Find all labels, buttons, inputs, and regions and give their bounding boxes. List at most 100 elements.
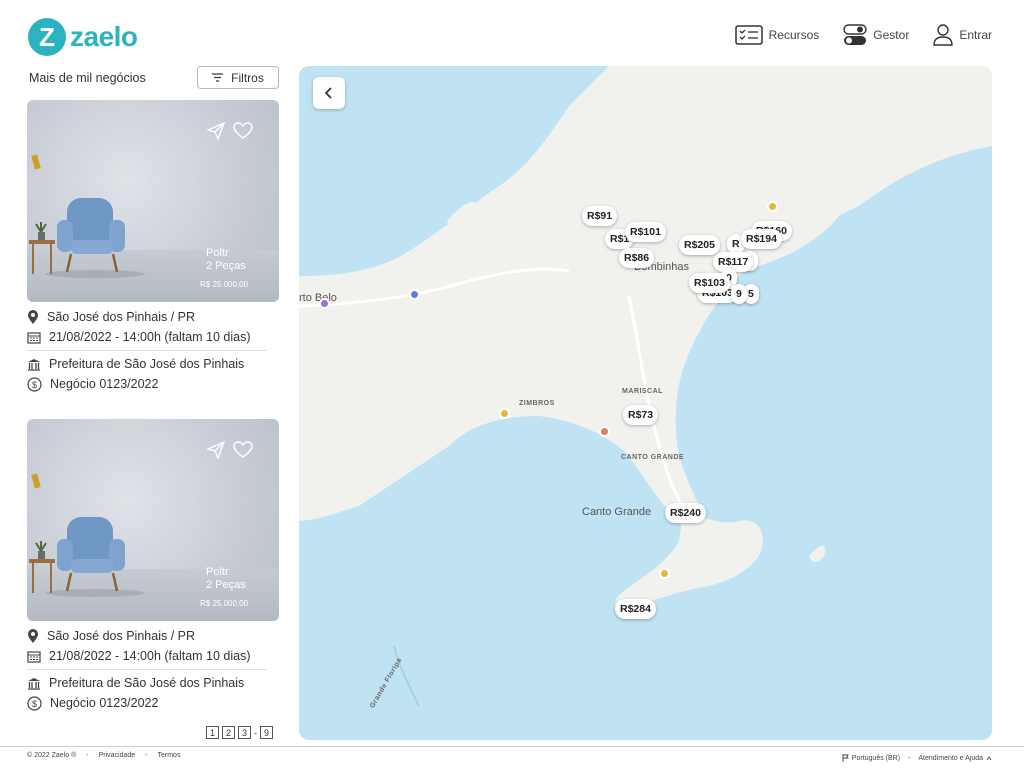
price-marker[interactable]: R$240: [665, 503, 706, 523]
filter-icon: [212, 73, 224, 82]
map-poi-icon[interactable]: [599, 426, 610, 437]
date-row: 21/08/2022 - 14:00h (faltam 10 dias): [27, 646, 279, 666]
map-poi-icon[interactable]: [767, 201, 778, 212]
header: Z zaelo Recursos Gestor Entrar: [0, 0, 1024, 66]
nav-recursos-label: Recursos: [768, 28, 820, 42]
price-marker[interactable]: R$101: [625, 222, 666, 242]
listing-image[interactable]: Poltr 2 Peças R$ 25.000,00: [27, 419, 279, 621]
location-pin-icon: [28, 628, 38, 643]
calendar-icon: [27, 331, 41, 344]
toggle-icon: [843, 24, 867, 45]
collapse-map-button[interactable]: [313, 77, 345, 109]
divider: [27, 669, 267, 670]
price-marker[interactable]: R$205: [679, 235, 720, 255]
sidebar-header: Mais de mil negócios Filtros: [27, 66, 279, 90]
page: Z zaelo Recursos Gestor Entrar Mais de m…: [0, 0, 1024, 768]
heart-icon[interactable]: [233, 122, 253, 140]
image-caption-line-2: 2 Peças: [206, 579, 246, 591]
page-3-button[interactable]: 3: [238, 726, 251, 739]
language-selector[interactable]: Português (BR): [842, 754, 900, 762]
place-zimbros: ZIMBROS: [519, 400, 555, 407]
footer: © 2022 Zaelo ® - Privacidade - Termos Po…: [0, 746, 1024, 768]
page-1-button[interactable]: 1: [206, 726, 219, 739]
map-poi-icon[interactable]: [409, 289, 420, 300]
price-marker[interactable]: R$103: [689, 273, 730, 293]
page-2-button[interactable]: 2: [222, 726, 235, 739]
price-marker[interactable]: R$73: [623, 405, 659, 425]
org-row: Prefeitura de São José dos Pinhais: [27, 354, 279, 374]
image-caption-line-1: Poltr: [206, 566, 229, 578]
deal-row: $ Negócio 0123/2022: [27, 693, 279, 713]
money-icon: $: [27, 695, 42, 711]
filters-label: Filtros: [231, 70, 264, 85]
language-label: Português (BR): [851, 754, 901, 762]
listing-image[interactable]: Poltr 2 Peças R$ 25.000,00: [27, 100, 279, 302]
nav-gestor[interactable]: Gestor: [843, 24, 909, 46]
user-icon: [933, 24, 954, 46]
logo[interactable]: Z zaelo: [28, 18, 138, 56]
price-marker[interactable]: R$86: [619, 248, 655, 268]
pagination-separator: -: [254, 727, 257, 738]
share-icon[interactable]: [207, 441, 225, 459]
nav-entrar[interactable]: Entrar: [933, 24, 992, 46]
image-caption-line-2: 2 Peças: [206, 260, 246, 272]
org-text: Prefeitura de São José dos Pinhais: [49, 357, 245, 371]
map-poi-icon[interactable]: [659, 568, 670, 579]
logo-text: zaelo: [70, 21, 138, 52]
image-price: R$ 25.000,00: [200, 280, 249, 289]
copyright: © 2022 Zaelo ®: [27, 752, 77, 759]
flag-icon: [842, 754, 849, 762]
image-caption: Poltr 2 Peças: [206, 566, 246, 592]
map-poi-icon[interactable]: [499, 408, 510, 419]
filters-button[interactable]: Filtros: [197, 66, 279, 89]
heart-icon[interactable]: [233, 441, 253, 459]
privacy-link[interactable]: Privacidade: [99, 752, 136, 759]
location-row: São José dos Pinhais / PR: [27, 307, 279, 327]
building-icon: [28, 358, 40, 371]
building-icon: [28, 677, 40, 690]
map-land: [299, 66, 992, 707]
nav-gestor-label: Gestor: [873, 28, 910, 42]
terms-link[interactable]: Termos: [158, 752, 181, 759]
org-row: Prefeitura de São José dos Pinhais: [27, 673, 279, 693]
nav-recursos[interactable]: Recursos: [734, 25, 820, 45]
nav-entrar-label: Entrar: [959, 28, 992, 42]
place-canto-grande: Canto Grande: [582, 506, 652, 518]
place-canto-grande-small: CANTO GRANDE: [621, 454, 685, 461]
deal-row: $ Negócio 0123/2022: [27, 374, 279, 394]
image-price: R$ 25.000,00: [200, 599, 249, 608]
page-9-button[interactable]: 9: [260, 726, 273, 739]
date-text: 21/08/2022 - 14:00h (faltam 10 dias): [49, 649, 251, 663]
share-icon[interactable]: [207, 122, 225, 140]
divider: [27, 350, 267, 351]
footer-separator: -: [86, 752, 89, 759]
listing-card[interactable]: Poltr 2 Peças R$ 25.000,00 São José dos …: [27, 100, 279, 394]
footer-separator: -: [908, 754, 911, 762]
price-marker[interactable]: R$91: [582, 206, 618, 226]
svg-text:$: $: [32, 380, 37, 390]
map[interactable]: Bombinhas rto Belo Canto Grande ZIMBROS …: [299, 66, 992, 740]
place-mariscal: MARISCAL: [622, 388, 663, 395]
location-row: São José dos Pinhais / PR: [27, 626, 279, 646]
price-marker[interactable]: R$284: [615, 599, 656, 619]
price-marker[interactable]: 9: [731, 284, 747, 304]
footer-right: Português (BR) - Atendimento e Ajuda: [842, 754, 992, 762]
chevron-left-icon: [324, 87, 332, 99]
chevron-up-icon: [986, 755, 992, 760]
map-poi-icon[interactable]: [319, 298, 330, 309]
logo-mark: Z: [28, 18, 66, 56]
place-porto-belo: rto Belo: [299, 292, 337, 304]
pagination: 1 2 3 - 9: [206, 726, 273, 739]
price-marker[interactable]: R$194: [741, 229, 782, 249]
card-info: São José dos Pinhais / PR 21/08/2022 - 1…: [27, 621, 279, 713]
image-caption-line-1: Poltr: [206, 247, 229, 259]
date-text: 21/08/2022 - 14:00h (faltam 10 dias): [49, 330, 251, 344]
deal-text: Negócio 0123/2022: [50, 696, 159, 710]
help-link[interactable]: Atendimento e Ajuda: [918, 755, 992, 762]
listing-card[interactable]: Poltr 2 Peças R$ 25.000,00 São José dos …: [27, 419, 279, 713]
money-icon: $: [27, 376, 42, 392]
help-label: Atendimento e Ajuda: [918, 754, 983, 762]
image-caption: Poltr 2 Peças: [206, 247, 246, 273]
footer-left: © 2022 Zaelo ® - Privacidade - Termos: [27, 752, 180, 759]
location-text: São José dos Pinhais / PR: [47, 629, 195, 643]
